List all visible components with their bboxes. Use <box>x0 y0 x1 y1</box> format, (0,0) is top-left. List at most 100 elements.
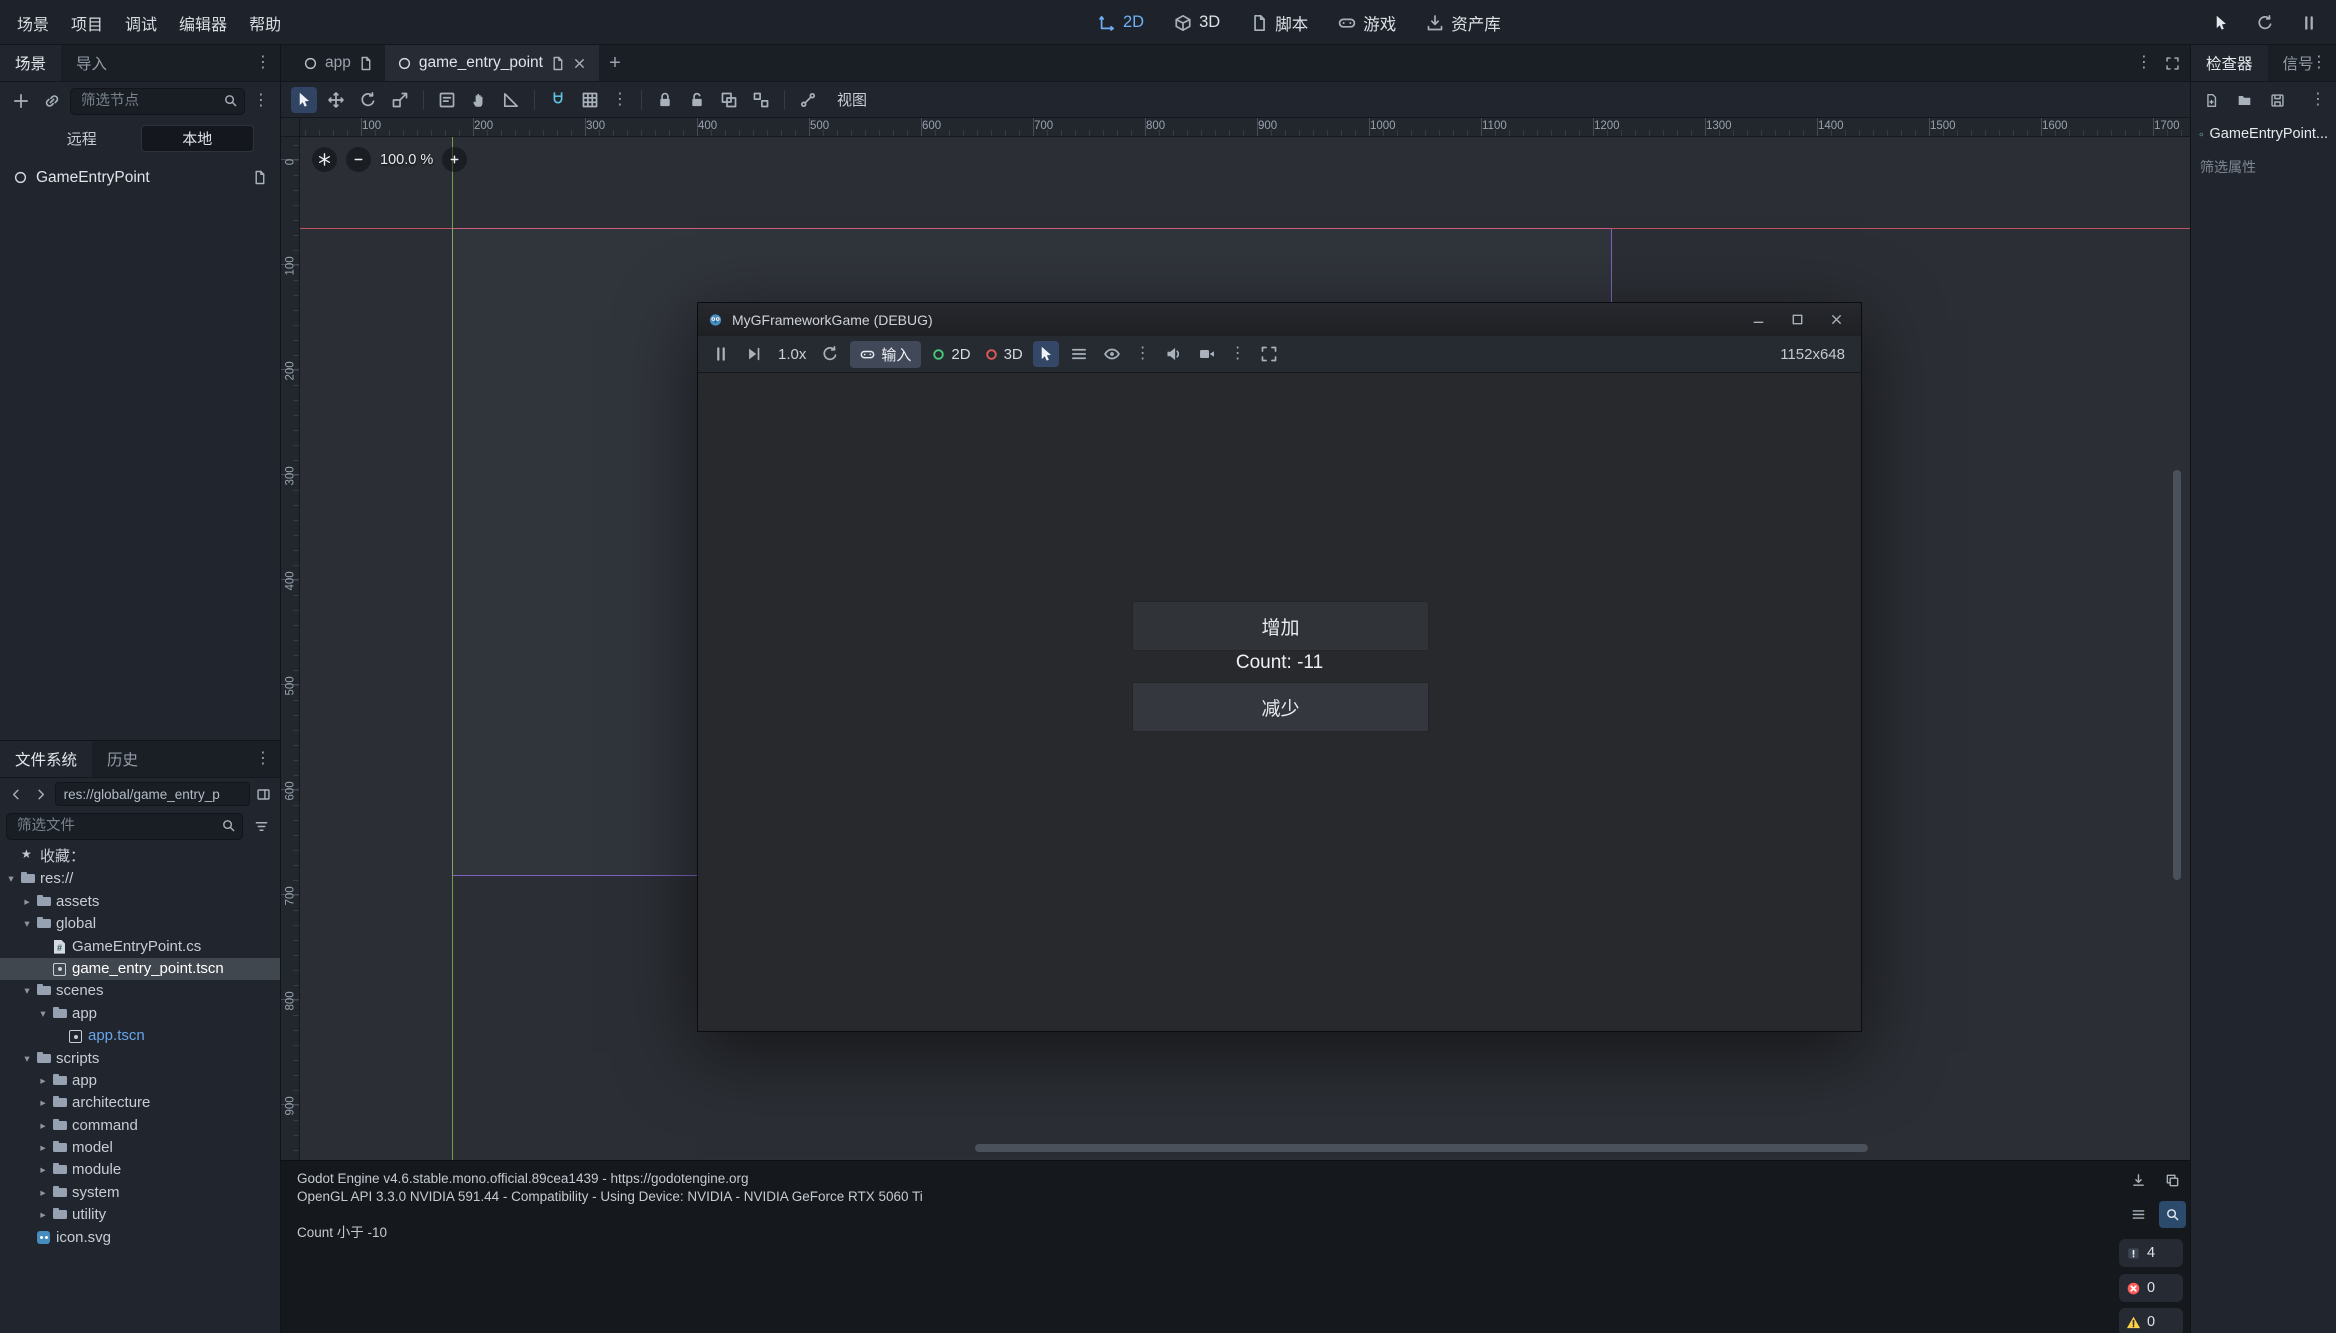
tree-arrow-icon[interactable]: ▾ <box>20 980 34 1002</box>
tree-item-system[interactable]: ▸system <box>0 1182 280 1204</box>
nav-forward-button[interactable] <box>30 781 51 807</box>
select-tool-button[interactable] <box>291 87 317 113</box>
save-resource-button[interactable] <box>2264 87 2290 113</box>
scene-tab-app[interactable]: app <box>291 45 385 81</box>
menu-help[interactable]: 帮助 <box>238 6 292 40</box>
tree-item-game-entry-point-tscn[interactable]: game_entry_point.tscn <box>0 958 280 980</box>
tree-arrow-icon[interactable]: ▾ <box>4 868 18 890</box>
h-ruler[interactable]: 1002003004005006007008009001000110012001… <box>300 118 2190 137</box>
add-node-button[interactable] <box>8 88 34 114</box>
tab-list-menu-icon[interactable]: ⋮ <box>2133 55 2155 71</box>
scene-tab-game-entry-point[interactable]: game_entry_point <box>385 45 599 81</box>
tree-item-module[interactable]: ▸module <box>0 1159 280 1181</box>
inspected-node-row[interactable]: GameEntryPoint... <box>2191 118 2336 150</box>
view-menu-button[interactable]: 视图 <box>827 86 877 113</box>
tree-arrow-icon[interactable]: ▸ <box>20 891 34 913</box>
load-resource-button[interactable] <box>2231 87 2257 113</box>
tree-arrow-icon[interactable]: ▾ <box>36 1003 50 1025</box>
tree-arrow-icon[interactable]: ▸ <box>36 1182 50 1204</box>
camera-options-icon[interactable]: ⋮ <box>1227 346 1249 362</box>
tree-arrow-icon[interactable]: ▾ <box>20 1048 34 1070</box>
minimize-button[interactable] <box>1743 308 1773 332</box>
tree-item-command[interactable]: ▸command <box>0 1115 280 1137</box>
messages-badge[interactable]: 4 <box>2119 1239 2183 1267</box>
copy-log-button[interactable] <box>2159 1167 2186 1194</box>
v-ruler[interactable]: 0100200300400500600700800900 <box>281 137 300 1160</box>
zoom-out-button[interactable] <box>346 147 371 172</box>
next-frame-button[interactable] <box>741 341 767 367</box>
new-scene-tab-button[interactable]: + <box>599 45 631 81</box>
tree-arrow-icon[interactable]: ▸ <box>36 1204 50 1226</box>
tab-inspector[interactable]: 检查器 <box>2191 45 2268 81</box>
tree-item-app[interactable]: ▾app <box>0 1003 280 1025</box>
input-mode-button[interactable]: 输入 <box>850 341 921 368</box>
menu-scene[interactable]: 场景 <box>6 6 60 40</box>
tab-history[interactable]: 历史 <box>92 741 153 777</box>
search-log-button[interactable] <box>2159 1201 2186 1228</box>
tree-arrow-icon[interactable]: ▾ <box>20 913 34 935</box>
snap-options-icon[interactable]: ⋮ <box>609 92 631 108</box>
inspector-menu-icon[interactable]: ⋮ <box>2308 55 2330 71</box>
scene-dock-menu-icon[interactable]: ⋮ <box>252 55 274 71</box>
expand-viewport-icon[interactable] <box>2165 56 2180 71</box>
close-button[interactable] <box>1821 308 1851 332</box>
workspace-script[interactable]: 脚本 <box>1250 11 1308 35</box>
visibility-button[interactable] <box>1099 341 1125 367</box>
tab-scene[interactable]: 场景 <box>0 45 61 81</box>
unlock-node-button[interactable] <box>684 87 710 113</box>
canvas-v-scrollbar[interactable] <box>2173 470 2181 880</box>
filter-files-input[interactable] <box>6 813 243 840</box>
attached-script-icon[interactable] <box>252 170 267 185</box>
suspend-button[interactable] <box>708 341 734 367</box>
filter-properties-input[interactable]: 筛选属性 <box>2191 150 2336 184</box>
tree-item-res-[interactable]: ▾res:// <box>0 868 280 890</box>
current-path-input[interactable] <box>55 782 250 806</box>
increase-button[interactable]: 增加 <box>1132 601 1429 651</box>
tree-item-scenes[interactable]: ▾scenes <box>0 980 280 1002</box>
fullscreen-button[interactable] <box>1256 341 1282 367</box>
reset-speed-button[interactable] <box>817 341 843 367</box>
tree-arrow-icon[interactable]: ▸ <box>36 1137 50 1159</box>
local-button[interactable]: 本地 <box>141 125 255 152</box>
nav-back-button[interactable] <box>6 781 27 807</box>
log-list-button[interactable] <box>2125 1201 2152 1228</box>
node-list-button[interactable] <box>1066 341 1092 367</box>
menu-editor[interactable]: 编辑器 <box>168 6 238 40</box>
menu-project[interactable]: 项目 <box>60 6 114 40</box>
scale-tool-button[interactable] <box>387 87 413 113</box>
debug-options-icon[interactable]: ⋮ <box>1132 346 1154 362</box>
tree-item-model[interactable]: ▸model <box>0 1137 280 1159</box>
tree-item-global[interactable]: ▾global <box>0 913 280 935</box>
viewport-canvas[interactable]: 100.0 % MyGFrameworkGame (DEBUG) 1.0x <box>300 137 2190 1160</box>
pick-mode-button[interactable] <box>1033 341 1059 367</box>
script-icon[interactable] <box>358 56 373 71</box>
tab-filesystem[interactable]: 文件系统 <box>0 741 92 777</box>
pause-game-button[interactable] <box>2296 10 2322 36</box>
zoom-level-label[interactable]: 100.0 % <box>380 152 433 168</box>
script-icon[interactable] <box>550 56 565 71</box>
ruler-tool-button[interactable] <box>498 87 524 113</box>
pick-node-button[interactable] <box>2208 10 2234 36</box>
skeleton-options-button[interactable] <box>795 87 821 113</box>
tree-item-utility[interactable]: ▸utility <box>0 1204 280 1226</box>
close-tab-icon[interactable] <box>572 56 587 71</box>
zoom-in-button[interactable] <box>442 147 467 172</box>
rotate-tool-button[interactable] <box>355 87 381 113</box>
lock-node-button[interactable] <box>652 87 678 113</box>
tree-item--[interactable]: 收藏： <box>0 846 280 868</box>
camera-override-button[interactable] <box>1194 341 1220 367</box>
new-resource-button[interactable] <box>2198 87 2224 113</box>
canvas-h-scrollbar[interactable] <box>975 1144 1868 1152</box>
game-window-titlebar[interactable]: MyGFrameworkGame (DEBUG) <box>698 303 1861 336</box>
tree-item-gameentrypoint-cs[interactable]: GameEntryPoint.cs <box>0 936 280 958</box>
tree-arrow-icon[interactable]: ▸ <box>36 1159 50 1181</box>
speed-label[interactable]: 1.0x <box>774 346 810 363</box>
ungroup-button[interactable] <box>748 87 774 113</box>
sort-files-button[interactable] <box>248 813 274 839</box>
decrease-button[interactable]: 减少 <box>1132 682 1429 732</box>
embed-3d-toggle[interactable]: 3D <box>981 346 1026 363</box>
center-view-button[interactable] <box>312 147 337 172</box>
tab-import[interactable]: 导入 <box>61 45 122 81</box>
split-view-button[interactable] <box>253 781 274 807</box>
workspace-3d[interactable]: 3D <box>1174 13 1220 32</box>
